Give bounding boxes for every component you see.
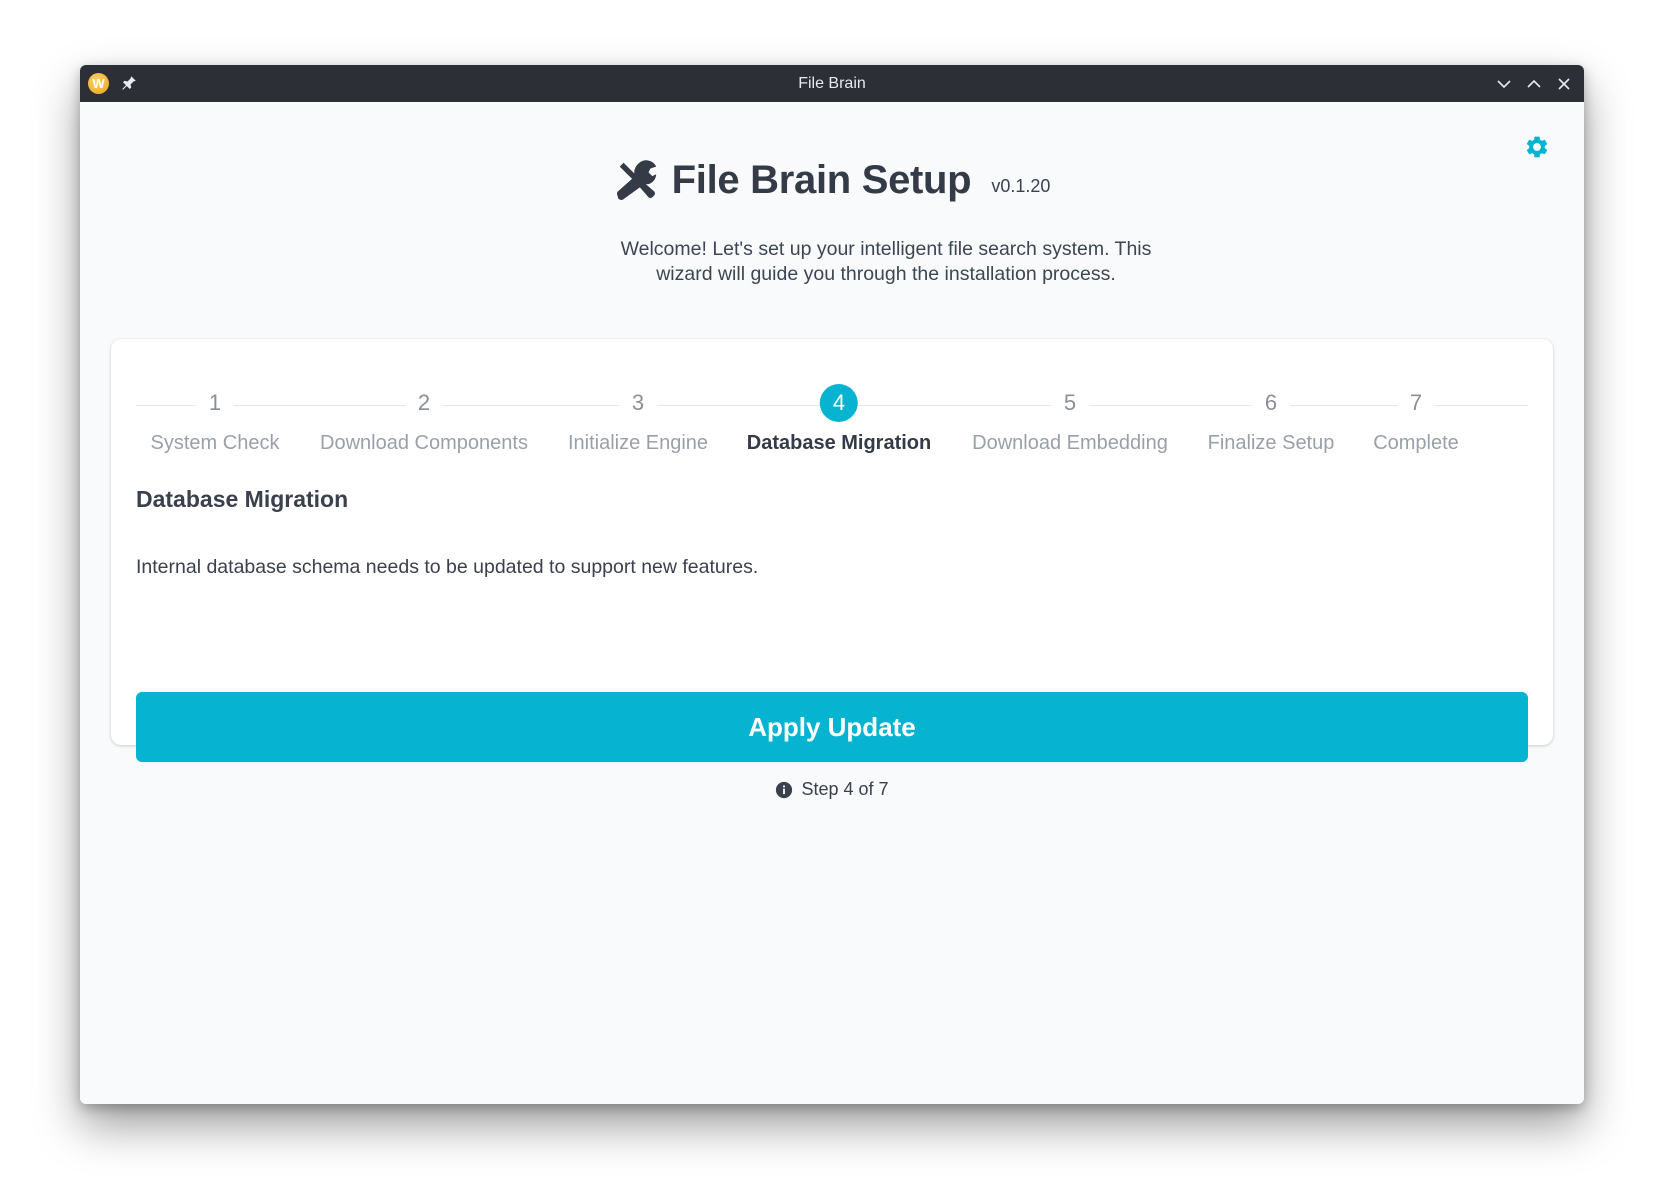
- title-bar[interactable]: W File Brain: [80, 65, 1584, 102]
- step-label: System Check: [150, 432, 280, 454]
- step-number-active: 4: [819, 384, 858, 422]
- step-system-check[interactable]: 1 System Check: [150, 384, 280, 455]
- minimize-chevron-icon[interactable]: [1494, 74, 1514, 94]
- tools-icon: [616, 160, 656, 200]
- info-icon: [776, 781, 793, 798]
- step-label: Finalize Setup: [1207, 432, 1335, 454]
- step-label: Download Components: [320, 432, 528, 454]
- step-database-migration[interactable]: 4 Database Migration: [747, 384, 931, 455]
- step-download-embedding[interactable]: 5 Download Embedding: [972, 384, 1168, 455]
- step-complete[interactable]: 7 Complete: [1373, 384, 1459, 455]
- step-number: 2: [405, 384, 443, 422]
- section-description: Internal database schema needs to be upd…: [136, 556, 759, 578]
- step-indicator-text: Step 4 of 7: [801, 779, 889, 799]
- step-finalize-setup[interactable]: 6 Finalize Setup: [1207, 384, 1335, 455]
- step-number: 3: [619, 384, 657, 422]
- setup-card: 1 System Check 2 Download Components 3 I…: [111, 339, 1553, 762]
- step-label: Complete: [1373, 432, 1459, 454]
- step-label: Initialize Engine: [567, 432, 709, 454]
- step-number: 5: [1051, 384, 1089, 422]
- step-download-components[interactable]: 2 Download Components: [320, 384, 528, 455]
- maximize-chevron-icon[interactable]: [1524, 74, 1544, 94]
- step-label: Download Embedding: [972, 432, 1168, 454]
- section-title: Database Migration: [136, 486, 349, 512]
- step-number: 1: [196, 384, 234, 422]
- window-title: File Brain: [798, 75, 866, 92]
- step-number: 6: [1252, 384, 1290, 422]
- version-label: v0.1.20: [991, 175, 1051, 196]
- close-icon[interactable]: [1554, 74, 1574, 94]
- step-indicator: Step 4 of 7: [80, 779, 1584, 804]
- step-number: 7: [1396, 384, 1435, 422]
- setup-window: W File Brain File Brain Setup v0.1.20 We…: [80, 65, 1584, 1104]
- step-initialize-engine[interactable]: 3 Initialize Engine: [568, 384, 708, 455]
- page-header: File Brain Setup v0.1.20: [80, 157, 1584, 208]
- welcome-text: Welcome! Let's set up your intelligent f…: [620, 238, 1152, 285]
- apply-update-button[interactable]: Apply Update: [136, 692, 1528, 762]
- page-title: File Brain Setup: [671, 157, 972, 202]
- step-label-active: Database Migration: [746, 432, 932, 454]
